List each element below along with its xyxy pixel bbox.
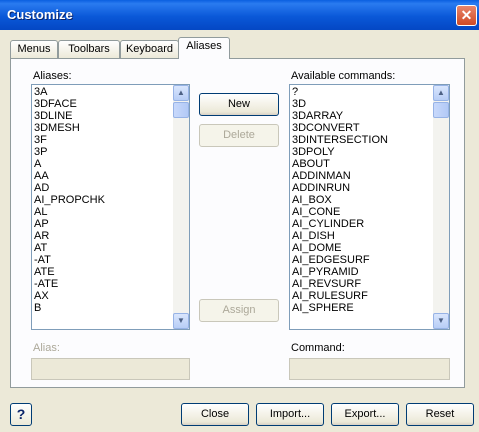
scroll-thumb[interactable] bbox=[433, 102, 449, 118]
alias-field[interactable] bbox=[31, 358, 190, 380]
scroll-up-button[interactable]: ▲ bbox=[173, 85, 189, 101]
list-item[interactable]: AI_DOME bbox=[292, 242, 449, 254]
list-item[interactable]: -ATE bbox=[34, 278, 189, 290]
title-bar[interactable]: Customize ✕ bbox=[0, 0, 479, 30]
list-item[interactable]: 3P bbox=[34, 146, 189, 158]
list-item[interactable]: ATE bbox=[34, 266, 189, 278]
command-field[interactable] bbox=[289, 358, 450, 380]
command-label: Command: bbox=[291, 342, 345, 354]
close-icon: ✕ bbox=[460, 7, 473, 23]
list-item[interactable]: AI_CONE bbox=[292, 206, 449, 218]
chevron-down-icon: ▼ bbox=[437, 316, 445, 325]
window-title: Customize bbox=[7, 7, 73, 22]
list-item[interactable]: AI_CYLINDER bbox=[292, 218, 449, 230]
list-item[interactable]: AI_EDGESURF bbox=[292, 254, 449, 266]
tab-aliases[interactable]: Aliases bbox=[178, 37, 230, 59]
list-item[interactable]: AI_DISH bbox=[292, 230, 449, 242]
available-commands-items: ? 3D 3DARRAY 3DCONVERT 3DINTERSECTION 3DPOLY A… bbox=[290, 85, 449, 314]
scroll-thumb[interactable] bbox=[173, 102, 189, 118]
list-item[interactable]: AP bbox=[34, 218, 189, 230]
list-item[interactable]: AI_BOX bbox=[292, 194, 449, 206]
list-item[interactable]: AI_REVSURF bbox=[292, 278, 449, 290]
list-item[interactable]: 3D bbox=[292, 98, 449, 110]
assign-button[interactable]: Assign bbox=[199, 299, 279, 322]
aliases-label: Aliases: bbox=[33, 70, 72, 82]
chevron-up-icon: ▲ bbox=[437, 88, 445, 97]
list-item[interactable]: ? bbox=[292, 86, 449, 98]
list-item[interactable]: 3DLINE bbox=[34, 110, 189, 122]
list-item[interactable]: AD bbox=[34, 182, 189, 194]
list-item[interactable]: 3DCONVERT bbox=[292, 122, 449, 134]
available-commands-label: Available commands: bbox=[291, 70, 396, 82]
aliases-list[interactable]: 3A 3DFACE 3DLINE 3DMESH 3F 3P A AA AD AI_PROPCHK A… bbox=[31, 84, 190, 330]
new-button[interactable]: New bbox=[199, 93, 279, 116]
delete-button[interactable]: Delete bbox=[199, 124, 279, 147]
tab-toolbars[interactable]: Toolbars bbox=[58, 40, 120, 58]
list-item[interactable]: 3DPOLY bbox=[292, 146, 449, 158]
list-item[interactable]: 3DARRAY bbox=[292, 110, 449, 122]
list-item[interactable]: B bbox=[34, 302, 189, 314]
export-button[interactable]: Export... bbox=[331, 403, 399, 426]
list-item[interactable]: ABOUT bbox=[292, 158, 449, 170]
import-button[interactable]: Import... bbox=[256, 403, 324, 426]
list-item[interactable]: 3DMESH bbox=[34, 122, 189, 134]
list-item[interactable]: A bbox=[34, 158, 189, 170]
scroll-up-button[interactable]: ▲ bbox=[433, 85, 449, 101]
tab-menus[interactable]: Menus bbox=[10, 40, 58, 58]
list-item[interactable]: -AT bbox=[34, 254, 189, 266]
help-button[interactable]: ? bbox=[10, 403, 32, 426]
list-item[interactable]: AT bbox=[34, 242, 189, 254]
list-item[interactable]: AL bbox=[34, 206, 189, 218]
tab-keyboard[interactable]: Keyboard bbox=[120, 40, 179, 58]
reset-button[interactable]: Reset bbox=[406, 403, 474, 426]
aliases-scrollbar[interactable]: ▲ ▼ bbox=[173, 85, 189, 329]
commands-scrollbar[interactable]: ▲ ▼ bbox=[433, 85, 449, 329]
aliases-items: 3A 3DFACE 3DLINE 3DMESH 3F 3P A AA AD AI_PROPCHK A… bbox=[32, 85, 189, 314]
scroll-down-button[interactable]: ▼ bbox=[433, 313, 449, 329]
list-item[interactable]: 3DINTERSECTION bbox=[292, 134, 449, 146]
chevron-down-icon: ▼ bbox=[177, 316, 185, 325]
close-button[interactable]: Close bbox=[181, 403, 249, 426]
list-item[interactable]: 3DFACE bbox=[34, 98, 189, 110]
list-item[interactable]: AI_PROPCHK bbox=[34, 194, 189, 206]
list-item[interactable]: AI_PYRAMID bbox=[292, 266, 449, 278]
list-item[interactable]: 3A bbox=[34, 86, 189, 98]
list-item[interactable]: AI_RULESURF bbox=[292, 290, 449, 302]
list-item[interactable]: AA bbox=[34, 170, 189, 182]
list-item[interactable]: AR bbox=[34, 230, 189, 242]
list-item[interactable]: AX bbox=[34, 290, 189, 302]
close-window-button[interactable]: ✕ bbox=[456, 5, 477, 26]
list-item[interactable]: ADDINRUN bbox=[292, 182, 449, 194]
list-item[interactable]: 3F bbox=[34, 134, 189, 146]
list-item[interactable]: ADDINMAN bbox=[292, 170, 449, 182]
chevron-up-icon: ▲ bbox=[177, 88, 185, 97]
alias-label: Alias: bbox=[33, 342, 60, 354]
list-item[interactable]: AI_SPHERE bbox=[292, 302, 449, 314]
scroll-down-button[interactable]: ▼ bbox=[173, 313, 189, 329]
available-commands-list[interactable]: ? 3D 3DARRAY 3DCONVERT 3DINTERSECTION 3DPOLY A… bbox=[289, 84, 450, 330]
